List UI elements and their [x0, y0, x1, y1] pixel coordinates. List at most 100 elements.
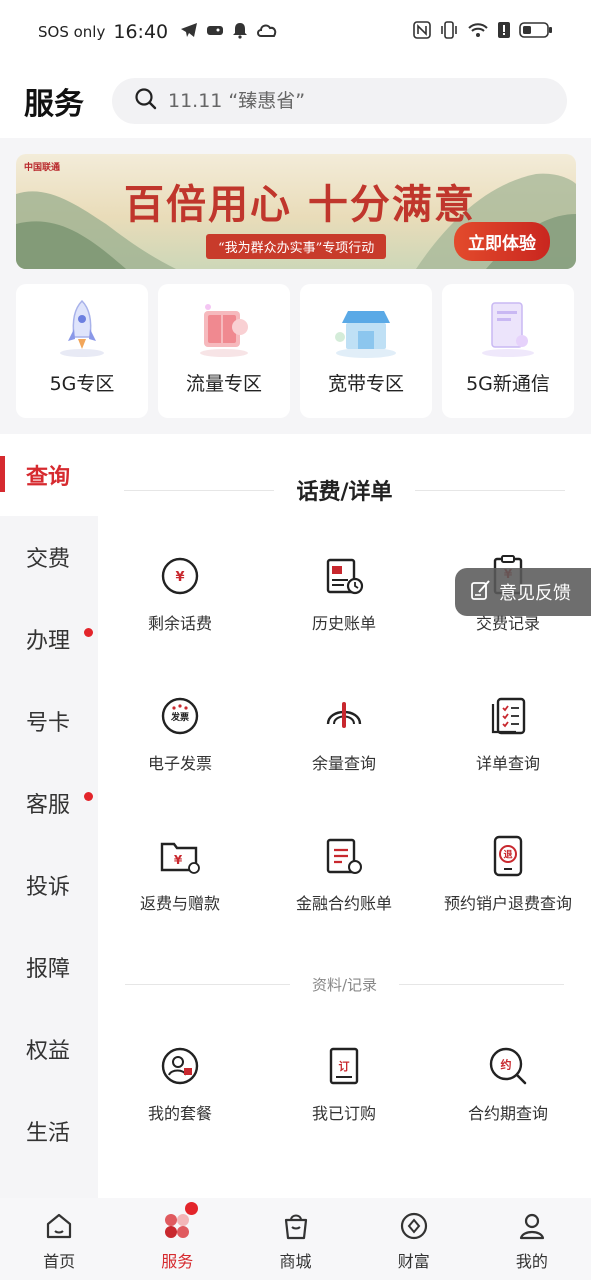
- nav-shop[interactable]: 商城: [236, 1198, 354, 1280]
- sidebar-item-label: 生活: [26, 1121, 71, 1146]
- service-my-package[interactable]: 我的套餐: [98, 1044, 262, 1124]
- edit-icon: [469, 578, 493, 607]
- cloud-icon: [256, 22, 278, 42]
- bill-history-icon: [326, 558, 364, 595]
- sidebar-item-label: 报障: [26, 957, 71, 982]
- service-remaining-balance[interactable]: ¥ 剩余话费: [98, 554, 262, 634]
- sidebar-item-complaint[interactable]: 投诉: [0, 844, 98, 926]
- quick-entry-row: 5G专区 流量专区 宽带专区 5G新通信: [16, 284, 591, 418]
- status-bar: SOS only 16:40: [0, 0, 591, 64]
- card-broadband-zone[interactable]: 宽带专区: [300, 284, 432, 418]
- data-box-icon: [200, 304, 248, 357]
- search-icon: [134, 87, 158, 115]
- nav-service[interactable]: 服务: [118, 1198, 236, 1280]
- search-bar[interactable]: [112, 78, 567, 124]
- sidebar-item-fault-report[interactable]: 报障: [0, 926, 98, 1008]
- service-contract-period-query[interactable]: 约 合约期查询: [426, 1044, 590, 1124]
- card-5g-zone[interactable]: 5G专区: [16, 284, 148, 418]
- service-rebate-gift[interactable]: ¥ 返费与赠款: [98, 834, 262, 914]
- service-cancel-refund-query[interactable]: 退 预约销户退费查询: [426, 834, 590, 914]
- nav-wealth[interactable]: 财富: [355, 1198, 473, 1280]
- rocket-icon: [60, 299, 104, 357]
- card-label: 5G专区: [49, 373, 115, 395]
- phone-message-icon: [482, 302, 534, 357]
- contract-search-icon: 约: [489, 1047, 527, 1085]
- feedback-button[interactable]: 意见反馈: [455, 568, 591, 616]
- wealth-icon: [400, 1212, 427, 1240]
- bottom-navigation: 首页 服务 商城 财富 我的: [0, 1198, 591, 1280]
- sidebar-item-label: 号卡: [26, 711, 71, 736]
- category-sidebar: 查询 交费 办理 号卡 客服 投诉 报障 权益 生活: [0, 434, 98, 1198]
- banner-slogan: 百倍用心 十分满意: [124, 181, 476, 228]
- card-label: 流量专区: [185, 373, 262, 395]
- checklist-icon: [491, 697, 526, 735]
- service-label: 合约期查询: [467, 1104, 548, 1123]
- service-bill-history[interactable]: 历史账单: [262, 554, 426, 634]
- nav-label: 商城: [279, 1252, 312, 1271]
- profile-icon: [519, 1213, 545, 1240]
- section-title: 话费/详单: [296, 480, 393, 505]
- service-e-invoice[interactable]: 发票 电子发票: [98, 694, 262, 774]
- sidebar-item-customer-service[interactable]: 客服: [0, 762, 98, 844]
- card-5g-new-comm[interactable]: 5G新通信: [442, 284, 574, 418]
- service-detail-query[interactable]: 详单查询: [426, 694, 590, 774]
- nav-label: 财富: [397, 1252, 430, 1271]
- service-icon: [165, 1214, 190, 1238]
- sidebar-item-label: 权益: [26, 1039, 71, 1064]
- wifi-icon: [467, 21, 489, 43]
- sidebar-item-life[interactable]: 生活: [0, 1090, 98, 1172]
- service-balance-query[interactable]: 余量查询: [262, 694, 426, 774]
- svg-text:订: 订: [339, 1059, 350, 1073]
- telegram-icon: [180, 22, 198, 42]
- service-label: 历史账单: [311, 614, 376, 633]
- alert-icon: [497, 21, 511, 43]
- service-my-orders[interactable]: 订 我已订购: [262, 1044, 426, 1124]
- service-label: 我已订购: [311, 1104, 376, 1123]
- sidebar-item-number-card[interactable]: 号卡: [0, 680, 98, 762]
- service-label: 剩余话费: [147, 614, 212, 633]
- carrier-text: SOS only: [38, 23, 106, 41]
- section-header-records: 资料/记录: [98, 974, 591, 995]
- yuan-circle-icon: ¥: [161, 557, 199, 595]
- sidebar-item-label: 投诉: [26, 875, 71, 900]
- vibrate-icon: [439, 21, 459, 43]
- notification-dot: [185, 1202, 199, 1215]
- shop-bag-icon: [284, 1214, 307, 1240]
- try-now-button[interactable]: 立即体验: [454, 222, 550, 261]
- service-label: 电子发票: [147, 754, 212, 773]
- nav-label: 首页: [43, 1252, 76, 1271]
- notification-dot: [84, 792, 93, 801]
- sidebar-item-handle[interactable]: 办理: [0, 598, 98, 680]
- sidebar-item-query[interactable]: 查询: [0, 434, 98, 516]
- service-finance-contract-bill[interactable]: 金融合约账单: [262, 834, 426, 914]
- page-title: 服务: [24, 87, 84, 122]
- home-icon: [46, 1213, 72, 1239]
- nav-home[interactable]: 首页: [0, 1198, 118, 1280]
- sidebar-item-payment[interactable]: 交费: [0, 516, 98, 598]
- svg-text:约: 约: [501, 1058, 512, 1072]
- service-label: 金融合约账单: [295, 894, 392, 913]
- contract-bill-icon: [326, 838, 362, 874]
- sidebar-item-label: 查询: [26, 465, 71, 490]
- feedback-label: 意见反馈: [499, 583, 571, 604]
- sidebar-item-benefits[interactable]: 权益: [0, 1008, 98, 1090]
- battery-icon: [519, 21, 553, 43]
- brand-logo: 中国联通: [24, 163, 61, 173]
- svg-text:¥: ¥: [174, 853, 183, 867]
- nav-profile[interactable]: 我的: [473, 1198, 591, 1280]
- sidebar-item-label: 交费: [26, 547, 71, 572]
- game-icon: [206, 22, 224, 42]
- refund-phone-icon: 退: [493, 835, 523, 877]
- banner-subtitle: “我为群众办实事”专项行动: [206, 234, 387, 259]
- card-label: 5G新通信: [466, 373, 550, 395]
- service-label: 详单查询: [475, 754, 540, 773]
- invoice-icon: 发票: [161, 697, 199, 735]
- promo-banner[interactable]: 中国联通 百倍用心 十分满意 “我为群众办实事”专项行动 立即体验: [16, 154, 576, 269]
- nav-label: 服务: [161, 1252, 194, 1271]
- card-data-zone[interactable]: 流量专区: [158, 284, 290, 418]
- ordered-icon: 订: [329, 1047, 359, 1085]
- nfc-icon: [413, 21, 431, 43]
- service-label: 返费与赠款: [139, 894, 220, 913]
- sidebar-item-label: 客服: [26, 793, 71, 818]
- search-input[interactable]: [168, 90, 545, 112]
